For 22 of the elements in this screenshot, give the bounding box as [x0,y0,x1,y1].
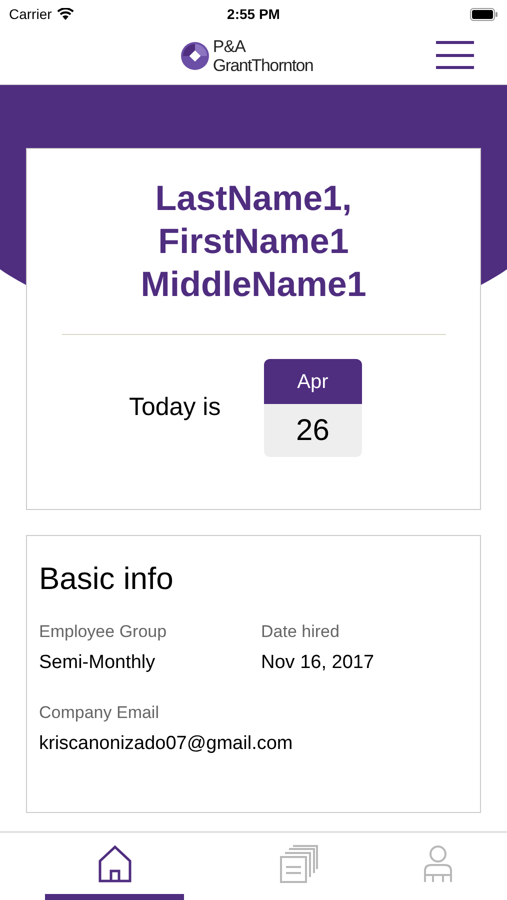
field-value: Nov 16, 2017 [261,651,374,675]
battery-icon [470,8,498,20]
today-label: Today is [129,392,221,424]
documents-icon [280,845,318,883]
logo-text: GrantThornton [212,56,314,75]
carrier-label: Carrier [9,4,52,24]
logo-icon [180,41,210,71]
wifi-icon [56,8,74,20]
person-icon [424,845,452,883]
clock: 2:55 PM [227,4,280,24]
calendar-month: Apr [264,359,362,404]
field-value: Semi-Monthly [39,651,156,675]
menu-button[interactable] [436,40,474,70]
employee-name: LastName1, FirstName1 MiddleName1 [140,178,368,306]
section-title: Basic info [39,560,174,598]
home-icon [98,845,132,883]
field-label: Date hired [261,620,340,642]
field-label: Company Email [39,702,159,724]
field-value: kriscanonizado07@gmail.com [39,732,293,756]
logo-text: P&A [212,37,247,56]
field-label: Employee Group [39,620,167,642]
calendar-day: 26 [264,404,362,457]
